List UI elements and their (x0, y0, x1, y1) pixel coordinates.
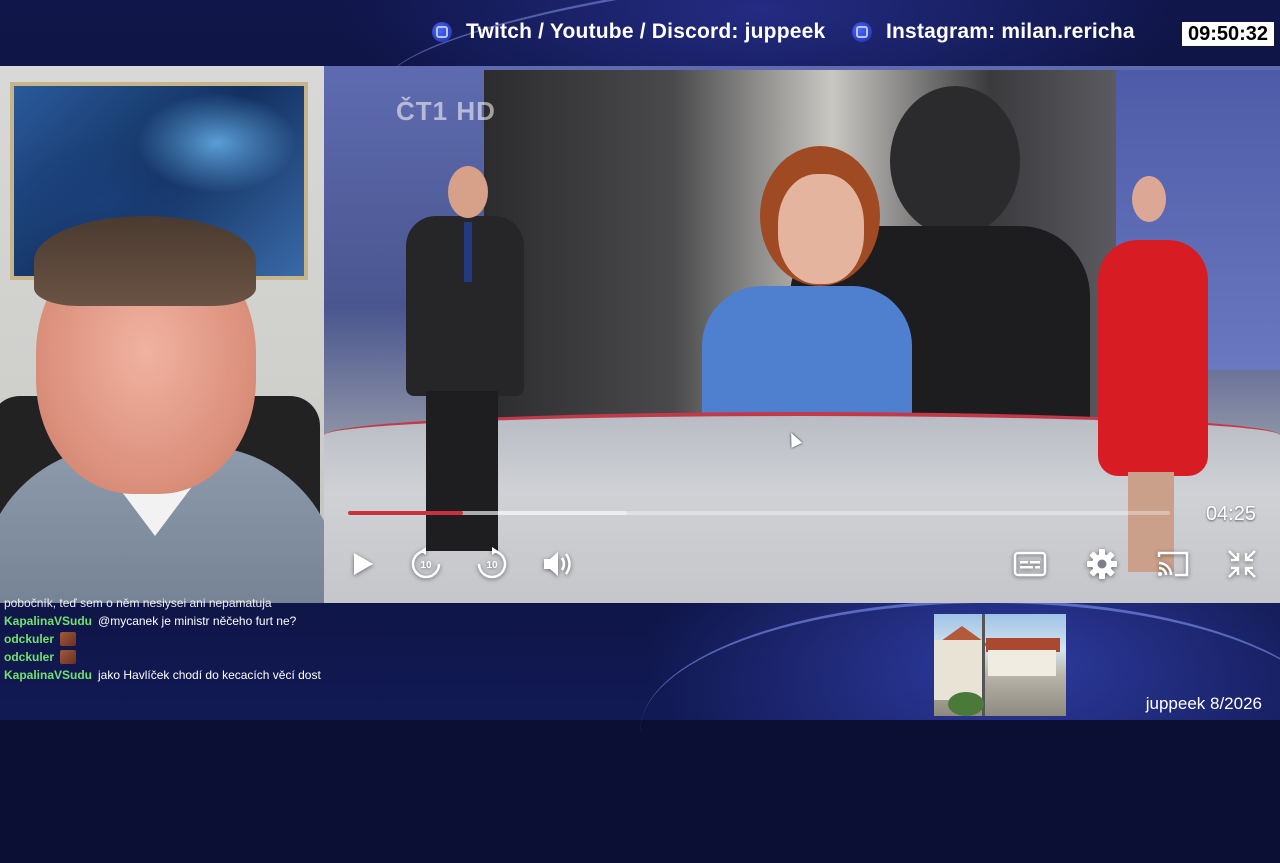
chat-message: odckuler (0, 630, 330, 648)
instagram-text: Instagram: milan.rericha (886, 20, 1135, 43)
chat-text: @mycanek je ministr něčeho furt ne? (98, 614, 297, 628)
settings-button[interactable] (1082, 544, 1122, 584)
rewind-10-icon: 10 (411, 547, 441, 579)
chat-message: KapalinaVSudu jako Havlíček chodí do kec… (0, 666, 330, 684)
chat-line-partial: pobočník, teď sem o něm nesiysei ani nep… (4, 596, 272, 610)
chat-message: KapalinaVSudu @mycanek je ministr něčeho… (0, 612, 330, 630)
forward-10-label: 10 (486, 560, 498, 571)
time-remaining: 04:25 (1205, 503, 1256, 525)
webcam-feed (0, 66, 324, 603)
chat-username: KapalinaVSudu (4, 668, 93, 682)
volume-icon (544, 552, 571, 576)
social-links: Twitch / Youtube / Discord: juppeek (432, 20, 825, 44)
chat-emote-icon (60, 632, 77, 646)
interviewee-figure (702, 146, 912, 416)
twitch-icon (432, 22, 452, 42)
play-icon (354, 553, 373, 575)
chat-overlay: pobočník, teď sem o něm nesiysei ani nep… (0, 596, 330, 720)
gear-icon (1087, 549, 1117, 579)
subtitles-icon (1013, 551, 1047, 577)
chat-emote-icon (60, 650, 77, 664)
cast-button[interactable] (1153, 544, 1193, 584)
cast-icon (1157, 551, 1189, 577)
exit-fullscreen-icon (1228, 550, 1256, 578)
rewind-10-button[interactable]: 10 (406, 544, 446, 584)
social-links-text: Twitch / Youtube / Discord: juppeek (466, 20, 826, 43)
chat-username: KapalinaVSudu (4, 614, 93, 628)
chat-username: odckuler (4, 650, 55, 664)
volume-button[interactable] (538, 544, 578, 584)
streamer-hair (34, 216, 256, 306)
clock: 09:50:32 (1182, 22, 1274, 46)
instagram-icon (852, 22, 872, 42)
channel-logo: ČT1 HD (396, 96, 496, 126)
chat-message: odckuler (0, 648, 330, 666)
town-camera-feed (934, 614, 1066, 716)
male-anchor (388, 166, 528, 556)
progress-bar[interactable] (348, 511, 1170, 515)
subtitles-button[interactable] (1010, 544, 1050, 584)
forward-10-button[interactable]: 10 (472, 544, 512, 584)
female-anchor (1088, 176, 1218, 576)
instagram-link: Instagram: milan.rericha (852, 20, 1135, 44)
chat-text: jako Havlíček chodí do kecacích věcí dos… (98, 668, 321, 682)
stream-tag: juppeek 8/2026 (1145, 694, 1262, 713)
play-button[interactable] (342, 544, 382, 584)
forward-10-icon: 10 (477, 547, 507, 579)
video-player[interactable]: ČT1 HD 04:25 10 10 (324, 66, 1280, 603)
exit-fullscreen-button[interactable] (1222, 544, 1262, 584)
rewind-10-label: 10 (420, 560, 432, 571)
chat-username: odckuler (4, 632, 55, 646)
progress-played (348, 511, 464, 515)
